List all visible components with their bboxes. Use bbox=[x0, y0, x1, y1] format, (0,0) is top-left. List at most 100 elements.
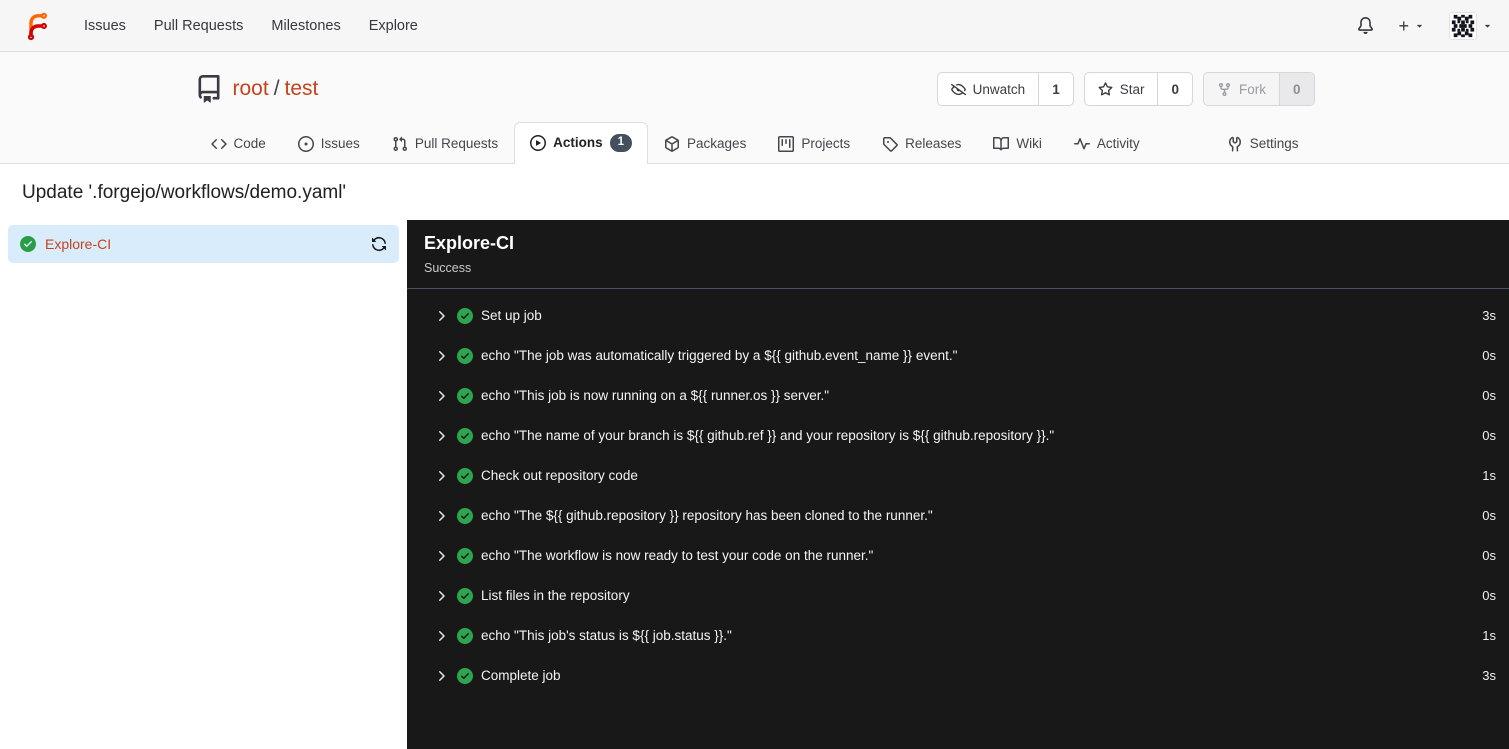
step-row[interactable]: Set up job 3s bbox=[407, 296, 1509, 336]
star-button-group: Star 0 bbox=[1083, 72, 1193, 106]
step-duration: 0s bbox=[1482, 428, 1496, 444]
check-circle-icon bbox=[457, 308, 473, 324]
repo-name-link[interactable]: test bbox=[285, 77, 319, 101]
step-row[interactable]: Check out repository code 1s bbox=[407, 456, 1509, 496]
job-log-header: Explore-CI Success bbox=[407, 220, 1509, 289]
repo-title-row: root / test Unwatch 1 Star 0 Fork 0 bbox=[195, 52, 1315, 106]
step-name: echo "The name of your branch is ${{ git… bbox=[481, 428, 1055, 444]
tab-label: Wiki bbox=[1016, 136, 1042, 152]
nav-milestones[interactable]: Milestones bbox=[257, 10, 354, 42]
fork-label: Fork bbox=[1238, 81, 1266, 97]
tab-releases[interactable]: Releases bbox=[866, 124, 977, 163]
fork-count: 0 bbox=[1278, 73, 1314, 105]
job-status-text: Success bbox=[424, 260, 472, 275]
job-item-explore-ci[interactable]: Explore-CI bbox=[8, 224, 399, 263]
tab-label: Pull Requests bbox=[414, 136, 499, 152]
chevron-right-icon bbox=[433, 468, 449, 484]
repo-tabs: Code Issues Pull Requests Actions 1 Pack… bbox=[195, 122, 1315, 164]
tab-projects[interactable]: Projects bbox=[762, 124, 866, 163]
notifications-button[interactable] bbox=[1357, 17, 1374, 34]
chevron-right-icon bbox=[433, 428, 449, 444]
unwatch-button[interactable]: Unwatch bbox=[938, 73, 1039, 105]
step-duration: 0s bbox=[1482, 508, 1496, 524]
step-name: Complete job bbox=[481, 668, 561, 684]
tab-settings[interactable]: Settings bbox=[1211, 124, 1315, 163]
tab-label: Settings bbox=[1249, 136, 1299, 152]
repo-owner-link[interactable]: root bbox=[233, 77, 269, 101]
repo-breadcrumb: root / test bbox=[233, 77, 319, 101]
step-duration: 3s bbox=[1482, 308, 1496, 324]
fork-button-group: Fork 0 bbox=[1202, 72, 1315, 106]
tab-label: Projects bbox=[801, 136, 851, 152]
rerun-job-button[interactable] bbox=[371, 236, 387, 252]
tab-code[interactable]: Code bbox=[195, 124, 282, 163]
repo-separator: / bbox=[273, 77, 280, 100]
tab-pull-requests[interactable]: Pull Requests bbox=[376, 124, 514, 163]
step-name: Set up job bbox=[481, 308, 542, 324]
chevron-right-icon bbox=[433, 628, 449, 644]
step-duration: 0s bbox=[1482, 548, 1496, 564]
tab-label: Releases bbox=[905, 136, 962, 152]
package-icon bbox=[664, 136, 680, 152]
tab-label: Code bbox=[233, 136, 266, 152]
project-board-icon bbox=[778, 136, 794, 152]
job-success-icon bbox=[20, 236, 36, 252]
watch-count[interactable]: 1 bbox=[1038, 73, 1073, 105]
user-avatar bbox=[1449, 11, 1477, 40]
plus-icon: + bbox=[1398, 15, 1409, 36]
tab-issues[interactable]: Issues bbox=[282, 124, 376, 163]
nav-issues[interactable]: Issues bbox=[70, 10, 140, 42]
tab-label: Actions bbox=[553, 135, 603, 151]
step-duration: 3s bbox=[1482, 668, 1496, 684]
tab-label: Activity bbox=[1096, 136, 1140, 152]
nav-explore[interactable]: Explore bbox=[355, 10, 432, 42]
job-list-sidebar: Explore-CI bbox=[0, 220, 407, 749]
star-button[interactable]: Star bbox=[1085, 73, 1158, 105]
check-circle-icon bbox=[457, 508, 473, 524]
tab-packages[interactable]: Packages bbox=[648, 124, 762, 163]
step-row[interactable]: Complete job 3s bbox=[407, 656, 1509, 696]
repo-header: root / test Unwatch 1 Star 0 Fork 0 Code… bbox=[0, 52, 1509, 164]
star-count[interactable]: 0 bbox=[1157, 73, 1192, 105]
play-circle-icon bbox=[530, 135, 546, 151]
step-row[interactable]: List files in the repository 0s bbox=[407, 576, 1509, 616]
step-name: List files in the repository bbox=[481, 588, 630, 604]
chevron-right-icon bbox=[433, 308, 449, 324]
chevron-right-icon bbox=[433, 508, 449, 524]
step-row[interactable]: echo "This job is now running on a ${{ r… bbox=[407, 376, 1509, 416]
chevron-right-icon bbox=[433, 588, 449, 604]
chevron-right-icon bbox=[433, 548, 449, 564]
forgejo-logo[interactable] bbox=[22, 11, 52, 41]
step-duration: 0s bbox=[1482, 588, 1496, 604]
step-row[interactable]: echo "The name of your branch is ${{ git… bbox=[407, 416, 1509, 456]
tab-actions[interactable]: Actions 1 bbox=[514, 122, 649, 164]
tab-activity[interactable]: Activity bbox=[1058, 124, 1156, 163]
navbar-links: Issues Pull Requests Milestones Explore bbox=[70, 10, 432, 42]
tools-icon bbox=[1227, 136, 1243, 152]
user-menu-button[interactable] bbox=[1449, 11, 1493, 40]
nav-pull-requests[interactable]: Pull Requests bbox=[140, 10, 257, 42]
step-name: echo "The workflow is now ready to test … bbox=[481, 548, 874, 564]
star-label: Star bbox=[1119, 81, 1145, 97]
step-row[interactable]: echo "The workflow is now ready to test … bbox=[407, 536, 1509, 576]
step-row[interactable]: echo "This job's status is ${{ job.statu… bbox=[407, 616, 1509, 656]
star-icon bbox=[1098, 82, 1113, 97]
tab-wiki[interactable]: Wiki bbox=[977, 124, 1058, 163]
tag-icon bbox=[882, 136, 898, 152]
step-name: echo "This job's status is ${{ job.statu… bbox=[481, 628, 732, 644]
job-log-title: Explore-CI bbox=[424, 232, 515, 253]
tab-label: Packages bbox=[687, 136, 747, 152]
forgejo-logo-icon bbox=[27, 12, 47, 40]
git-pull-request-icon bbox=[392, 136, 408, 152]
caret-down-icon bbox=[1414, 20, 1425, 31]
step-row[interactable]: echo "The ${{ github.repository }} repos… bbox=[407, 496, 1509, 536]
navbar-right: + bbox=[1357, 11, 1493, 40]
job-name: Explore-CI bbox=[45, 235, 112, 252]
step-row[interactable]: echo "The job was automatically triggere… bbox=[407, 336, 1509, 376]
check-circle-icon bbox=[457, 468, 473, 484]
chevron-right-icon bbox=[433, 348, 449, 364]
create-new-button[interactable]: + bbox=[1398, 17, 1425, 35]
fork-icon bbox=[1217, 82, 1232, 97]
chevron-right-icon bbox=[433, 668, 449, 684]
unwatch-label: Unwatch bbox=[972, 81, 1026, 97]
